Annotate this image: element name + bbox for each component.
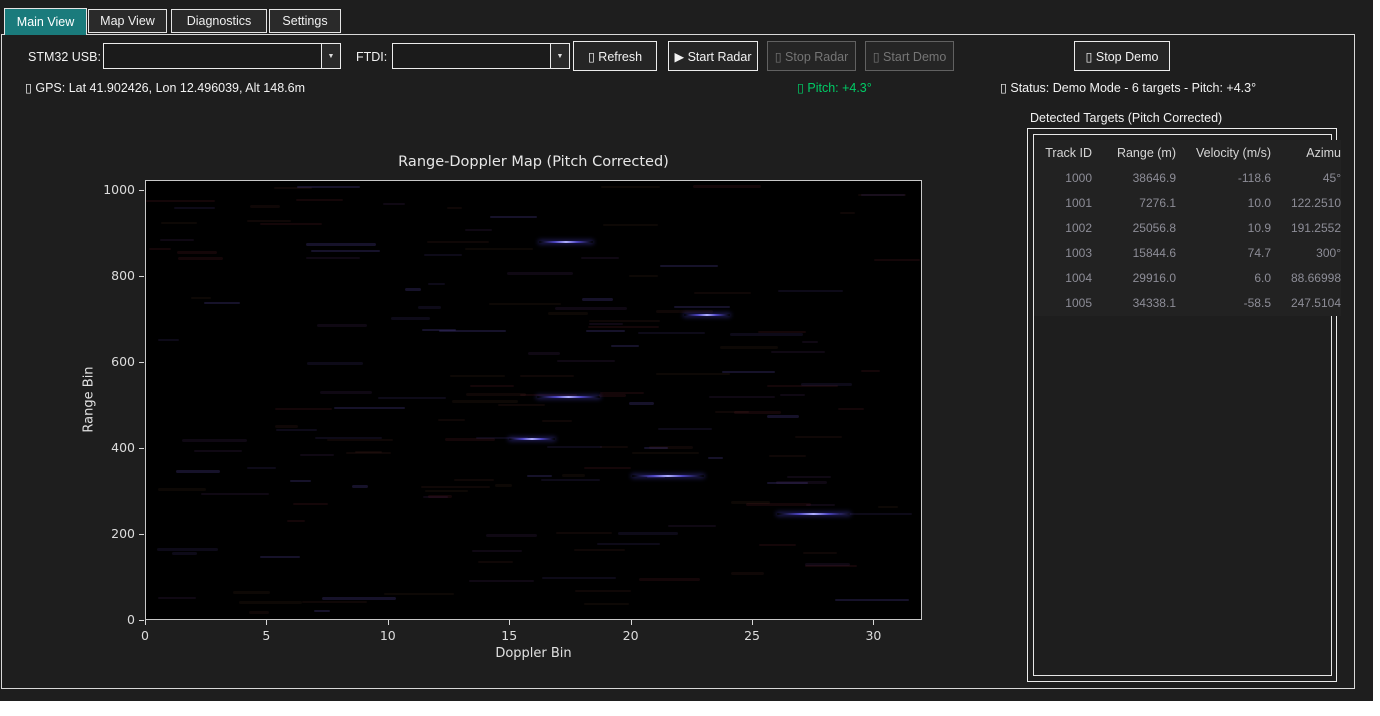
- y-tick-label: 200: [91, 526, 135, 541]
- table-cell: 1002: [1034, 216, 1100, 241]
- y-tick-label: 400: [91, 440, 135, 455]
- table-cell: 247.5104: [1279, 291, 1341, 316]
- demo-status-text: ▯ Status: Demo Mode - 6 targets - Pitch:…: [1000, 80, 1256, 95]
- table-cell: 1000: [1034, 166, 1100, 191]
- tab-label: Map View: [100, 14, 155, 28]
- x-tick-label: 15: [489, 628, 529, 643]
- x-tick-label: 0: [125, 628, 165, 643]
- column-header[interactable]: Range (m): [1100, 140, 1184, 166]
- chart-plot: [145, 180, 922, 620]
- y-tick-label: 800: [91, 268, 135, 283]
- target-streak: [509, 438, 555, 440]
- table-cell: 1001: [1034, 191, 1100, 216]
- targets-table-body: 100038646.9-118.645°10017276.110.0122.25…: [1034, 166, 1341, 316]
- table-row[interactable]: 100038646.9-118.645°: [1034, 166, 1341, 191]
- tab-map-view[interactable]: Map View: [88, 9, 167, 33]
- table-cell: 6.0: [1184, 266, 1279, 291]
- table-cell: 191.2552: [1279, 216, 1341, 241]
- table-cell: 34338.1: [1100, 291, 1184, 316]
- target-streak: [777, 513, 850, 515]
- tab-diagnostics[interactable]: Diagnostics: [171, 9, 267, 33]
- tab-main-view[interactable]: Main View: [4, 8, 87, 35]
- target-streak: [539, 241, 592, 243]
- targets-panel-title: Detected Targets (Pitch Corrected): [1030, 111, 1222, 125]
- target-streak: [537, 396, 600, 398]
- stop-demo-button[interactable]: ▯ Stop Demo: [1074, 41, 1170, 71]
- radar-app-window: Main View Map View Diagnostics Settings …: [0, 0, 1373, 701]
- y-tick-label: 600: [91, 354, 135, 369]
- table-row[interactable]: 10017276.110.0122.2510: [1034, 191, 1341, 216]
- chart: Range-Doppler Map (Pitch Corrected) Dopp…: [0, 0, 1000, 700]
- table-row[interactable]: 100225056.810.9191.2552: [1034, 216, 1341, 241]
- table-row[interactable]: 100429916.06.088.66998: [1034, 266, 1341, 291]
- x-axis-label: Doppler Bin: [145, 646, 922, 661]
- table-cell: 1004: [1034, 266, 1100, 291]
- table-cell: 15844.6: [1100, 241, 1184, 266]
- table-header-row: Track IDRange (m)Velocity (m/s)Azimu: [1034, 140, 1341, 166]
- x-tick-label: 10: [368, 628, 408, 643]
- tab-label: Settings: [282, 14, 327, 28]
- table-cell: 74.7: [1184, 241, 1279, 266]
- table-cell: 7276.1: [1100, 191, 1184, 216]
- table-cell: 300°: [1279, 241, 1341, 266]
- table-cell: 88.66998: [1279, 266, 1341, 291]
- column-header[interactable]: Azimu: [1279, 140, 1341, 166]
- table-row[interactable]: 100315844.674.7300°: [1034, 241, 1341, 266]
- column-header[interactable]: Velocity (m/s): [1184, 140, 1279, 166]
- table-row[interactable]: 100534338.1-58.5247.5104: [1034, 291, 1341, 316]
- chart-title: Range-Doppler Map (Pitch Corrected): [145, 154, 922, 170]
- table-cell: -118.6: [1184, 166, 1279, 191]
- table-cell: 38646.9: [1100, 166, 1184, 191]
- x-tick-label: 25: [732, 628, 772, 643]
- y-tick-label: 1000: [91, 182, 135, 197]
- table-cell: 10.0: [1184, 191, 1279, 216]
- table-cell: 1005: [1034, 291, 1100, 316]
- table-cell: 29916.0: [1100, 266, 1184, 291]
- table-cell: 45°: [1279, 166, 1341, 191]
- x-tick-label: 20: [611, 628, 651, 643]
- tab-settings[interactable]: Settings: [269, 9, 341, 33]
- table-cell: 1003: [1034, 241, 1100, 266]
- table-cell: 122.2510: [1279, 191, 1341, 216]
- column-header[interactable]: Track ID: [1034, 140, 1100, 166]
- tab-label: Diagnostics: [187, 14, 252, 28]
- tab-label: Main View: [17, 15, 74, 29]
- x-tick-label: 5: [246, 628, 286, 643]
- targets-table: Track IDRange (m)Velocity (m/s)Azimu 100…: [1034, 140, 1341, 316]
- target-streak: [632, 475, 705, 477]
- table-cell: 25056.8: [1100, 216, 1184, 241]
- x-tick-label: 30: [853, 628, 893, 643]
- target-streak: [684, 314, 730, 316]
- table-cell: 10.9: [1184, 216, 1279, 241]
- y-tick-label: 0: [91, 612, 135, 627]
- table-cell: -58.5: [1184, 291, 1279, 316]
